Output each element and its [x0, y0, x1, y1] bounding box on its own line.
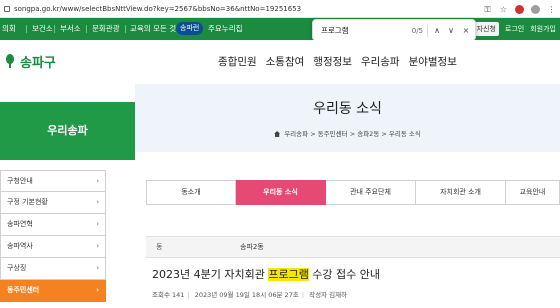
util-link-health[interactable]: 보건소 — [32, 22, 53, 36]
breadcrumb-item[interactable]: 우리동 소식 — [389, 130, 421, 138]
sub-visual-banner: 우리동 소식 우리송파 > 동주민센터 > 송파2동 > 우리동 소식 — [135, 84, 560, 152]
post-title-after: 수강 접수 안내 — [308, 268, 381, 281]
sidebar-item-label: 송파역사 — [7, 242, 33, 250]
util-link-dept[interactable]: 부서소 — [60, 22, 81, 36]
tab-community-center[interactable]: 자치회관 소개 — [416, 180, 506, 205]
breadcrumb-item[interactable]: 우리송파 — [284, 130, 308, 138]
chevron-right-icon: › — [96, 286, 99, 294]
sidebar-item-chronicle[interactable]: 송파연혁 › — [0, 214, 106, 236]
global-nav: 종합민원 소통참여 행정정보 우리송파 분야별정보 — [218, 54, 457, 70]
key-icon[interactable]: ⚿ — [483, 5, 492, 14]
logo-text: 송파구 — [20, 55, 56, 71]
find-match-count: 0/5 — [411, 27, 423, 35]
url-field[interactable]: songpa.go.kr/www/selectBbsNttView.do?key… — [4, 2, 414, 16]
board-dong-row: 동 송파2동 — [146, 236, 560, 258]
url-text: songpa.go.kr/www/selectBbsNttView.do?key… — [14, 5, 302, 13]
divider — [125, 25, 126, 33]
site-header: 송파구 종합민원 소통참여 행정정보 우리송파 분야별정보 — [0, 40, 560, 84]
nav-item-by-field[interactable]: 분야별정보 — [409, 54, 457, 70]
browser-toolbar-icons: ⚿ ☆ ⋮ — [483, 2, 556, 16]
chevron-right-icon: › — [96, 198, 99, 206]
chevron-right-icon: › — [96, 242, 99, 250]
sidebar-item-dong-center[interactable]: 동주민센터 › — [0, 280, 106, 302]
browser-address-bar: songpa.go.kr/www/selectBbsNttView.do?key… — [0, 0, 560, 18]
tree-logo-icon — [4, 54, 16, 68]
breadcrumb: 우리송파 > 동주민센터 > 송파2동 > 우리동 소식 — [135, 128, 560, 138]
breadcrumb-item[interactable]: 송파2동 — [357, 130, 379, 138]
songpa-run-badge[interactable]: 송파런 — [176, 22, 204, 35]
post-author: 작성자 김재하 — [309, 291, 348, 299]
chevron-up-icon[interactable]: ∧ — [431, 24, 443, 38]
divider — [54, 25, 55, 33]
sidebar-item-basic-status[interactable]: 구정 기본현황 › — [0, 192, 106, 214]
sidebar-item-label: 동주민센터 — [7, 286, 40, 294]
breadcrumb-item[interactable]: 동주민센터 — [318, 130, 348, 138]
find-in-page-bar: 프로그램 0/5 ∧ ∨ × — [312, 19, 476, 41]
sidebar-item-label: 송파연혁 — [7, 220, 33, 228]
divider: | — [187, 291, 190, 299]
tab-education[interactable]: 교육안내 — [506, 180, 560, 205]
login-link[interactable]: 로그인 — [505, 22, 524, 36]
extension-icon[interactable] — [515, 4, 524, 14]
sidebar-item-city-hall[interactable]: 구청안내 › — [0, 170, 106, 192]
profile-icon[interactable] — [531, 4, 540, 14]
chevron-right-icon: › — [96, 264, 99, 272]
nav-item-participation[interactable]: 소통참여 — [266, 54, 305, 70]
top-utility-bar: 의회 보건소 부서소 문화관광 교육의 모든 것 송파런 주요누리집 문자신청 … — [0, 18, 560, 40]
sidebar-item-history[interactable]: 송파역사 › — [0, 236, 106, 258]
tab-local-groups[interactable]: 관내 주요단체 — [326, 180, 416, 205]
divider — [26, 25, 27, 33]
tab-dong-news[interactable]: 우리동 소식 — [236, 180, 326, 205]
close-icon[interactable]: × — [460, 24, 472, 38]
page-title: 우리동 소식 — [313, 101, 382, 117]
divider — [427, 25, 428, 37]
sidebar-title: 우리송파 — [0, 102, 135, 160]
chevron-right-icon: › — [96, 220, 99, 228]
sidebar-item-label: 구상징 — [7, 264, 27, 272]
dong-value: 송파2동 — [240, 243, 264, 251]
menu-icon[interactable]: ⋮ — [547, 5, 556, 14]
site-info-icon[interactable] — [4, 6, 10, 12]
dong-label: 동 — [156, 243, 163, 251]
content-tabs: 동소개 우리동 소식 관내 주요단체 자치회관 소개 교육안내 — [146, 180, 560, 205]
chevron-right-icon: › — [96, 177, 99, 185]
nav-item-our-songpa[interactable]: 우리송파 — [361, 54, 400, 70]
sidebar-item-label: 구정 기본현황 — [7, 198, 48, 206]
util-link-council[interactable]: 의회 — [2, 22, 16, 36]
star-icon[interactable]: ☆ — [499, 5, 508, 14]
sidebar-menu: 구청안내 › 구정 기본현황 › 송파연혁 › 송파역사 › 구상징 › 동주민센터 › — [0, 170, 106, 302]
util-link-culture[interactable]: 문화관광 — [92, 22, 120, 36]
util-link-education[interactable]: 교육의 모든 것 — [130, 22, 176, 36]
util-right-group: 문자신청 로그인 회원가입 — [467, 22, 556, 36]
chevron-down-icon[interactable]: ∨ — [445, 24, 457, 38]
find-highlight: 프로그램 — [268, 268, 309, 281]
divider — [86, 25, 87, 33]
divider: | — [301, 291, 305, 299]
sidebar-item-symbol[interactable]: 구상징 › — [0, 258, 106, 280]
post-date: 2023년 09월 19일 18시 06분 27초 — [194, 291, 299, 299]
sidebar-item-label: 구청안내 — [7, 177, 33, 185]
post-title-before: 2023년 4분기 자치회관 — [152, 268, 269, 281]
tab-dong-intro[interactable]: 동소개 — [146, 180, 236, 205]
home-icon[interactable] — [274, 131, 281, 137]
util-link-major-sites[interactable]: 주요누리집 — [208, 22, 243, 36]
find-input[interactable]: 프로그램 — [321, 24, 401, 38]
nav-item-civil-service[interactable]: 종합민원 — [218, 54, 257, 70]
post-title: 2023년 4분기 자치회관 프로그램 수강 접수 안내 — [152, 266, 560, 284]
post-views: 조회수 141 — [152, 291, 185, 299]
post-info: 조회수 141 | 2023년 09월 19일 18시 06분 27초 | 작성자 … — [152, 289, 560, 301]
signup-link[interactable]: 회원가입 — [530, 22, 556, 36]
nav-item-administration[interactable]: 행정정보 — [313, 54, 352, 70]
site-logo[interactable]: 송파구 — [4, 50, 56, 72]
